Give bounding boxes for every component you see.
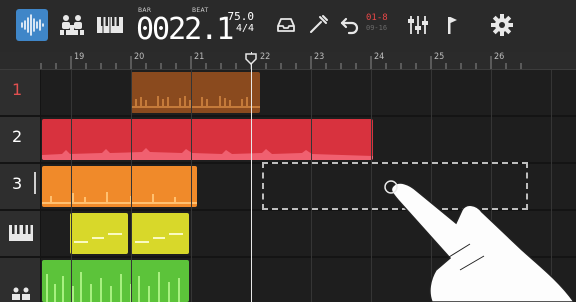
touch-gesture-hand: [384, 180, 575, 302]
multitrack-editor: BAR BEAT 0022.1 75.0 4/4 01-8 09-16 19 2…: [0, 0, 576, 302]
